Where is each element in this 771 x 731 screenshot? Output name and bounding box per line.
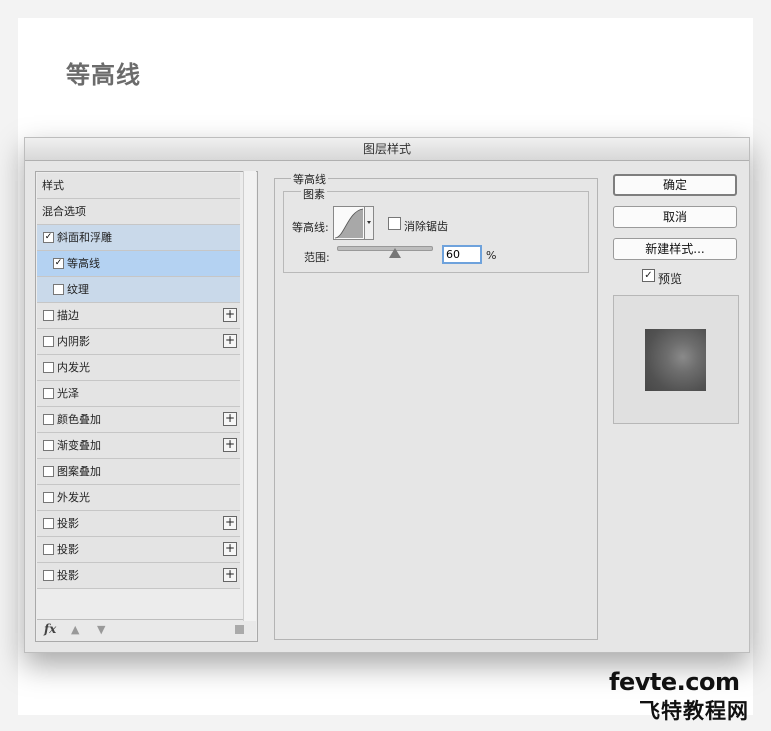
style-checkbox[interactable] — [43, 362, 54, 373]
watermark-url: fevte.com — [609, 668, 740, 696]
style-list-item-label: 投影 — [57, 569, 79, 582]
style-checkbox[interactable] — [43, 570, 54, 581]
style-checkbox[interactable]: ✓ — [53, 258, 64, 269]
elements-group-title: 图素 — [301, 186, 327, 202]
style-checkbox[interactable] — [43, 544, 54, 555]
style-list-item[interactable]: 颜色叠加 + — [37, 407, 240, 433]
style-list-scrollbar[interactable] — [243, 171, 256, 621]
contour-curve-icon — [334, 208, 364, 239]
style-checkbox[interactable] — [43, 388, 54, 399]
ok-button[interactable]: 确定 — [613, 174, 737, 196]
style-list-item-label: 纹理 — [67, 283, 89, 296]
add-effect-icon[interactable]: + — [223, 568, 237, 582]
style-checkbox[interactable] — [53, 284, 64, 295]
style-list-item-label: 外发光 — [57, 491, 90, 504]
contour-dropdown-button[interactable] — [365, 206, 374, 240]
page-heading: 等高线 — [66, 61, 141, 89]
style-list-item[interactable]: 图案叠加 — [37, 459, 240, 485]
style-checkbox[interactable] — [43, 336, 54, 347]
style-list-item[interactable]: 内发光 — [37, 355, 240, 381]
preview-checkbox[interactable]: ✓ — [642, 269, 655, 282]
range-label: 范围: — [304, 251, 330, 264]
style-list-item-label: 颜色叠加 — [57, 413, 101, 426]
add-effect-icon[interactable]: + — [223, 438, 237, 452]
style-list-item-label: 投影 — [57, 517, 79, 530]
style-list-item[interactable]: ✓ 斜面和浮雕 — [37, 225, 240, 251]
style-list-item[interactable]: 描边 + — [37, 303, 240, 329]
style-list-item-label: 斜面和浮雕 — [57, 231, 112, 244]
style-list-item[interactable]: 投影 + — [37, 537, 240, 563]
style-checkbox[interactable]: ✓ — [43, 232, 54, 243]
style-checkbox[interactable] — [43, 414, 54, 425]
style-list-item-label: 图案叠加 — [57, 465, 101, 478]
preview-label: 预览 — [658, 272, 683, 286]
style-list-item[interactable]: ✓ 等高线 — [37, 251, 240, 277]
style-list-item-label: 投影 — [57, 543, 79, 556]
arrow-down-icon[interactable]: ▼ — [97, 623, 105, 636]
style-list-item[interactable]: 投影 + — [37, 511, 240, 537]
style-list-item[interactable]: 外发光 — [37, 485, 240, 511]
style-list: 样式 混合选项 ✓ 斜面和浮雕 ✓ 等高线 纹理 描边 + 内阴影 + 内发光 光泽 颜色叠加 + 渐变叠加 +… — [35, 171, 258, 642]
contour-label: 等高线: — [292, 221, 329, 234]
style-checkbox[interactable] — [43, 518, 54, 529]
style-list-item[interactable]: 样式 — [37, 173, 240, 199]
range-unit: % — [486, 249, 497, 262]
style-list-item-label: 内发光 — [57, 361, 90, 374]
dialog-title: 图层样式 — [25, 138, 749, 161]
fx-button[interactable]: fx — [44, 622, 56, 636]
style-list-item-label: 混合选项 — [42, 205, 86, 218]
style-list-item-label: 光泽 — [57, 387, 79, 400]
contour-panel-title: 等高线 — [291, 171, 328, 187]
trash-icon[interactable] — [235, 625, 244, 634]
style-list-item[interactable]: 投影 + — [37, 563, 240, 589]
add-effect-icon[interactable]: + — [223, 542, 237, 556]
style-list-item[interactable]: 纹理 — [37, 277, 240, 303]
cancel-button[interactable]: 取消 — [613, 206, 737, 228]
arrow-up-icon[interactable]: ▲ — [71, 623, 79, 636]
style-checkbox[interactable] — [43, 310, 54, 321]
range-slider-thumb[interactable] — [389, 248, 401, 258]
range-input[interactable] — [442, 245, 482, 264]
add-effect-icon[interactable]: + — [223, 308, 237, 322]
watermark-cn: 飞特教程网 — [639, 699, 749, 723]
style-list-item[interactable]: 渐变叠加 + — [37, 433, 240, 459]
style-list-item-label: 描边 — [57, 309, 79, 322]
style-list-item-label: 内阴影 — [57, 335, 90, 348]
range-slider-track[interactable] — [337, 246, 433, 251]
style-list-item-label: 样式 — [42, 179, 64, 192]
anti-alias-label: 消除锯齿 — [404, 220, 448, 233]
style-checkbox[interactable] — [43, 466, 54, 477]
style-list-item-label: 渐变叠加 — [57, 439, 101, 452]
new-style-button[interactable]: 新建样式... — [613, 238, 737, 260]
preview-swatch — [645, 329, 706, 391]
add-effect-icon[interactable]: + — [223, 334, 237, 348]
style-list-item-label: 等高线 — [67, 257, 100, 270]
style-list-footer: fx ▲ ▼ — [37, 619, 256, 641]
add-effect-icon[interactable]: + — [223, 412, 237, 426]
style-list-item[interactable]: 混合选项 — [37, 199, 240, 225]
style-checkbox[interactable] — [43, 492, 54, 503]
layer-style-dialog: 图层样式 样式 混合选项 ✓ 斜面和浮雕 ✓ 等高线 纹理 描边 + 内阴影 + 内发光 光泽 颜色叠加 +… — [24, 137, 750, 653]
add-effect-icon[interactable]: + — [223, 516, 237, 530]
style-list-item[interactable]: 内阴影 + — [37, 329, 240, 355]
contour-curve-picker[interactable] — [333, 206, 365, 240]
preview-well — [613, 295, 739, 424]
style-checkbox[interactable] — [43, 440, 54, 451]
anti-alias-checkbox[interactable] — [388, 217, 401, 230]
style-list-item[interactable]: 光泽 — [37, 381, 240, 407]
